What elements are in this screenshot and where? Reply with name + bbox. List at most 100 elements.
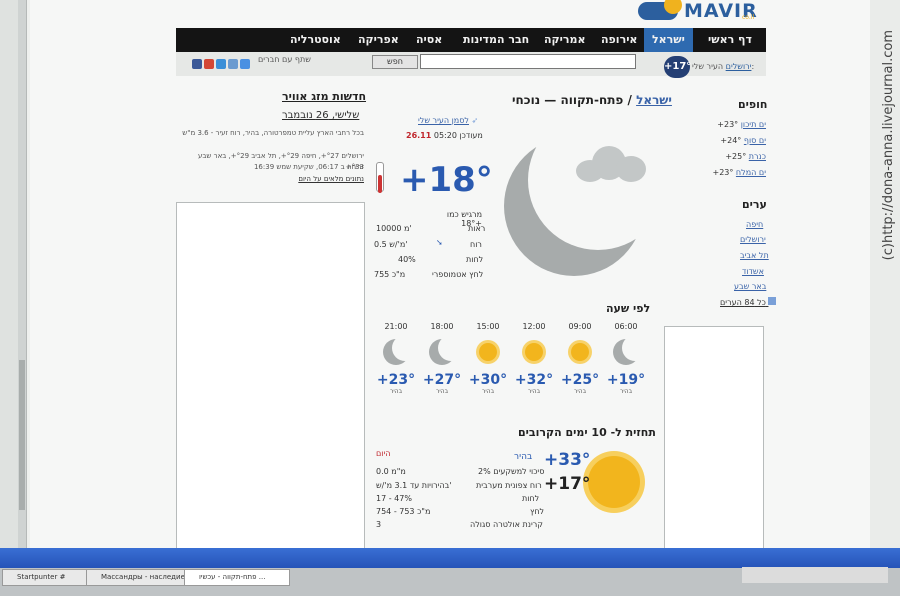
- left-scrollbar-thumb[interactable]: [19, 360, 25, 510]
- nav-europe[interactable]: אירופה: [601, 33, 637, 46]
- nav-america[interactable]: אמריקה: [544, 33, 586, 46]
- news-more-link[interactable]: נתונים מלאים על היום: [180, 174, 364, 185]
- hour-temp: +25°: [560, 372, 600, 388]
- city-link[interactable]: תל אביב: [740, 251, 769, 260]
- beach-row[interactable]: +23° ים תיכון: [710, 120, 766, 129]
- row-label: לחץ אטמוספרי: [432, 270, 484, 279]
- row-value: 755 מ"כ: [374, 270, 406, 279]
- search-input[interactable]: [420, 54, 636, 69]
- fc-row-label: סיכוי למשקעים 2%: [478, 467, 544, 476]
- logo-sun-icon: [664, 0, 682, 14]
- hour-desc: בהיר: [573, 388, 587, 395]
- hour-time: 12:00: [522, 322, 546, 331]
- city-link[interactable]: אשדוד: [742, 267, 764, 276]
- twitter-icon[interactable]: [216, 59, 226, 69]
- news-date[interactable]: שלישי, 26 נובמבר: [282, 110, 359, 121]
- today-label: היום: [376, 449, 391, 458]
- row-label: ראות: [468, 224, 486, 233]
- beach-row[interactable]: +25° כנרת: [710, 152, 766, 161]
- forecast-low: +17°: [544, 474, 591, 494]
- cloud-puff: [616, 156, 646, 182]
- thermometer-icon: [376, 162, 384, 193]
- pin-icon: ➶: [471, 116, 479, 125]
- facebook-icon[interactable]: [192, 59, 202, 69]
- hour-temp: +19°: [606, 372, 646, 388]
- nav-africa[interactable]: אפריקה: [358, 33, 399, 46]
- taskbar-button[interactable]: Startpunter #: [2, 569, 98, 586]
- email-icon[interactable]: [240, 59, 250, 69]
- fc-row-extra: 754 - 753 מ"כ: [376, 507, 431, 516]
- hourly-item: 06:00 +19° בהיר: [606, 322, 648, 395]
- sun-icon: [563, 335, 597, 369]
- fc-row-label: לחץ: [530, 507, 545, 516]
- forecast-high: +33°: [544, 450, 591, 470]
- hourly-item: 21:00 +23° בהיר: [376, 322, 418, 395]
- fc-row-extra: 17 - 47%: [376, 494, 412, 503]
- nav-cis[interactable]: חבר המדינות: [463, 33, 529, 46]
- wind-arrow-icon: ➘: [436, 238, 443, 247]
- hour-temp: +32°: [514, 372, 554, 388]
- beach-row[interactable]: +23° ים המלח: [710, 168, 766, 177]
- search-button[interactable]: חפש: [372, 55, 418, 69]
- fc-row-label: קרינת אולטרה סגולה: [470, 520, 543, 529]
- left-ad-box: [176, 202, 365, 548]
- hour-desc: בהיר: [389, 388, 403, 395]
- my-city: ירושלים העיר שלי:: [692, 62, 754, 71]
- nav-asia[interactable]: אסיה: [416, 33, 442, 46]
- hour-time: 09:00: [568, 322, 592, 331]
- sun-icon: [588, 456, 640, 508]
- beach-link[interactable]: ים המלח: [736, 168, 766, 177]
- share-icon[interactable]: [228, 59, 238, 69]
- updated-label: מעודכן: [459, 131, 483, 140]
- fc-row-label: רוח צפונית מערבית: [476, 481, 542, 490]
- sun-icon: [471, 335, 505, 369]
- fc-value: 2%: [478, 467, 491, 476]
- hour-desc: בהיר: [481, 388, 495, 395]
- row-label: מרגיש כמו: [446, 210, 482, 219]
- page-headline: ישראל / פתח-תקווה — נוכחי: [512, 93, 672, 107]
- system-tray[interactable]: [742, 567, 888, 583]
- beach-row[interactable]: +24° ים סוף: [710, 136, 766, 145]
- news-paragraph: בכל רחבי הארץ עליית טמפרטורה, בהיר, רוח …: [182, 129, 364, 137]
- news-title[interactable]: חדשות מזג אוויר: [282, 90, 366, 103]
- taskbar-button-active[interactable]: פתח-תקווה - עכשיו ...: [184, 569, 290, 586]
- beach-link[interactable]: ים סוף: [744, 136, 766, 145]
- hour-temp: +30°: [468, 372, 508, 388]
- city-link[interactable]: חיפה: [746, 220, 763, 229]
- hour-time: 18:00: [430, 322, 454, 331]
- nav-home[interactable]: דף ראשי: [708, 33, 752, 46]
- beaches-title: חופים: [738, 98, 768, 111]
- city-link[interactable]: ירושלים: [740, 235, 766, 244]
- set-my-city[interactable]: לסמן העיר שלי ➶: [418, 116, 478, 125]
- beach-link[interactable]: ים תיכון: [741, 120, 766, 129]
- my-city-temp-badge: +17°: [664, 56, 691, 78]
- nav-israel[interactable]: ישראל: [644, 28, 693, 52]
- main-nav: דף ראשי ישראל אירופה אמריקה חבר המדינות …: [176, 28, 766, 52]
- row-value: 0.5 מ'/ש': [374, 240, 408, 249]
- all-cities-link[interactable]: כל 84 הערים: [720, 297, 777, 307]
- right-ad-box: [664, 326, 764, 548]
- hourly-item: 12:00 +32° בהיר: [514, 322, 554, 395]
- fc-row-extra: 3: [376, 520, 382, 529]
- nav-australia[interactable]: אוסטרליה: [290, 33, 341, 46]
- beach-link[interactable]: כנרת: [749, 152, 766, 161]
- set-my-city-link[interactable]: לסמן העיר שלי: [418, 116, 469, 125]
- hourly-item: 15:00 +30° בהיר: [468, 322, 508, 395]
- site-logo[interactable]: MAVIR co.il: [638, 0, 758, 26]
- logo-subtext: co.il: [742, 14, 755, 21]
- taskbar: [0, 548, 900, 568]
- city-link[interactable]: באר שבע: [734, 282, 766, 291]
- taskbar-button[interactable]: Массандры - наследие: в...: [86, 569, 190, 586]
- google-plus-icon[interactable]: [204, 59, 214, 69]
- row-value: 40%: [398, 255, 416, 264]
- hourly-title: לפי שעה: [606, 302, 651, 315]
- hour-time: 21:00: [384, 322, 408, 331]
- cities-title: ערים: [742, 198, 767, 211]
- screen: (c)http://dona-anna.livejournal.com MAVI…: [0, 0, 900, 548]
- hour-temp: +23°: [376, 372, 416, 388]
- doc-icon: [768, 297, 777, 305]
- beach-temp: +24°: [720, 136, 742, 145]
- current-temp: +18°: [400, 160, 493, 200]
- headline-country-link[interactable]: ישראל: [636, 93, 672, 107]
- my-city-link[interactable]: ירושלים: [726, 62, 752, 71]
